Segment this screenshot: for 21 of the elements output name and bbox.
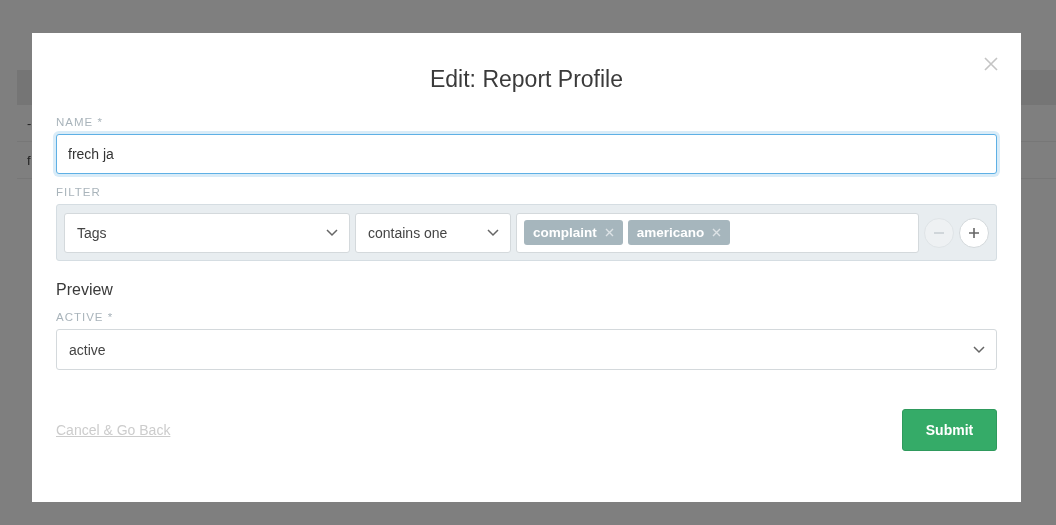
remove-icon[interactable] xyxy=(604,228,614,237)
chevron-icon xyxy=(326,228,338,237)
attribute-select[interactable]: Tags xyxy=(64,212,350,253)
field-label: NAME * xyxy=(56,116,104,130)
section-heading: Preview xyxy=(56,281,114,299)
tag-label: americano xyxy=(636,225,705,240)
table-cell: - xyxy=(27,115,32,131)
active-select[interactable]: active xyxy=(56,329,997,370)
chevron-icon xyxy=(973,345,985,354)
add-rule-button[interactable] xyxy=(959,217,989,248)
field-label: ACTIVE * xyxy=(56,311,115,325)
close-icon[interactable] xyxy=(984,57,998,71)
remove-icon[interactable] xyxy=(712,228,722,237)
operator-select[interactable]: contains one xyxy=(355,212,511,253)
plus-icon xyxy=(968,226,980,239)
name-field[interactable]: frech ja xyxy=(56,134,997,174)
field-label: FILTER xyxy=(56,186,102,200)
tag-label: complaint xyxy=(533,225,597,240)
dialog-title: Edit: Report Profile xyxy=(429,66,624,94)
table-cell: f xyxy=(27,152,31,168)
chevron-icon xyxy=(487,228,499,237)
